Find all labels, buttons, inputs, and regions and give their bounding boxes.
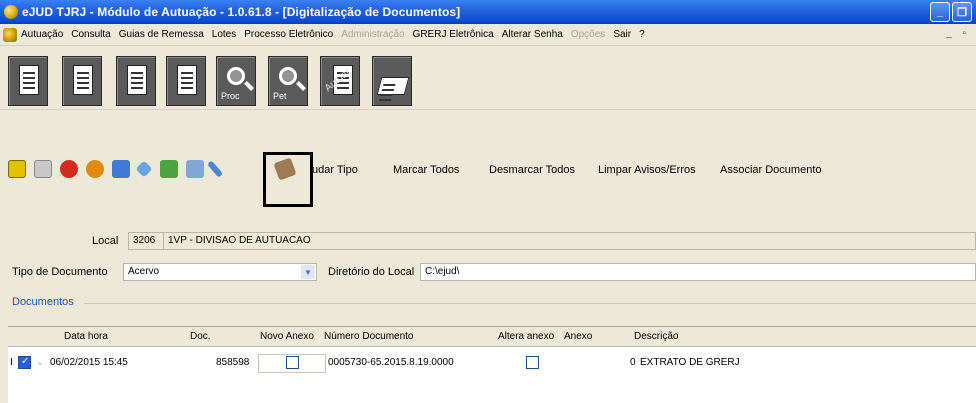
document-icon[interactable] <box>8 56 48 106</box>
search-process-icon[interactable]: Proc <box>216 56 256 106</box>
search-petition-icon[interactable]: Pet <box>268 56 308 106</box>
menu-grerj-eletronica[interactable]: GRERJ Eletrônica <box>413 29 494 40</box>
local-name-field: 1VP - DIVISAO DE AUTUACAO <box>163 232 976 250</box>
col-altera-anexo[interactable]: Altera anexo <box>498 331 554 342</box>
print-icon[interactable] <box>186 160 204 178</box>
diretorio-field[interactable]: C:\ejud\ <box>420 263 976 281</box>
altera-anexo-checkbox[interactable] <box>526 356 539 369</box>
cell-descricao: EXTRATO DE GRERJ <box>640 357 740 368</box>
menu-app-icon[interactable] <box>3 27 17 42</box>
menu-processo-eletronico[interactable]: Processo Eletrônico <box>244 29 333 40</box>
limpar-avisos-button[interactable]: Limpar Avisos/Erros <box>598 164 696 176</box>
menu-opcoes: Opções <box>570 29 606 40</box>
menu-administracao: Administração <box>341 29 405 40</box>
cell-numero-documento: 0005730-65.2015.8.19.0000 <box>328 357 454 368</box>
col-anexo[interactable]: Anexo <box>564 331 592 342</box>
cell-data-hora: 06/02/2015 15:45 <box>50 357 128 368</box>
table-row[interactable]: I ⌄ 06/02/2015 15:45 858598 0005730-65.2… <box>8 353 976 373</box>
menu-bar: Autuação Consulta Guias de Remessa Lotes… <box>0 24 976 46</box>
mdi-window-controls[interactable]: _ ▫ <box>946 28 970 39</box>
row-select-checkbox[interactable] <box>18 356 31 369</box>
row-marker: I <box>10 357 13 368</box>
window-title-bar: eJUD TJRJ - Módulo de Autuação - 1.0.61.… <box>0 0 976 24</box>
row-indicator-icon: ⌄ <box>36 357 45 368</box>
associar-documento-button[interactable]: Associar Documento <box>720 164 822 176</box>
menu-guias-de-remessa[interactable]: Guias de Remessa <box>119 29 204 40</box>
grid-header: Data hora Doc. Novo Anexo Número Documen… <box>8 327 976 347</box>
scanner-icon[interactable] <box>372 56 412 106</box>
scan-icon[interactable] <box>112 160 130 178</box>
checklist-icon[interactable] <box>116 56 156 106</box>
menu-sair[interactable]: Sair <box>613 29 631 40</box>
autuar-icon[interactable]: Autuar <box>320 56 360 106</box>
col-data-hora[interactable]: Data hora <box>64 331 108 342</box>
next-icon[interactable] <box>135 160 153 178</box>
import-icon[interactable] <box>160 160 178 178</box>
local-code-field: 3206 <box>128 232 164 250</box>
menu-autuacao[interactable]: Autuação <box>21 29 63 40</box>
app-logo-icon <box>4 5 18 19</box>
diretorio-label: Diretório do Local <box>328 266 415 278</box>
menu-alterar-senha[interactable]: Alterar Senha <box>502 29 563 40</box>
pen-icon[interactable] <box>206 160 224 178</box>
col-descricao[interactable]: Descrição <box>634 331 678 342</box>
cell-doc: 858598 <box>216 357 250 368</box>
main-toolbar: Proc Pet Autuar <box>0 46 976 110</box>
window-title: eJUD TJRJ - Módulo de Autuação - 1.0.61.… <box>22 5 461 19</box>
col-numero-documento[interactable]: Número Documento <box>324 331 413 342</box>
chevron-down-icon[interactable]: ▼ <box>301 265 315 279</box>
tipo-documento-label: Tipo de Documento <box>12 266 108 278</box>
form-icon[interactable] <box>166 56 206 106</box>
refresh-icon[interactable] <box>86 160 104 178</box>
local-label: Local <box>92 235 119 247</box>
col-novo-anexo[interactable]: Novo Anexo <box>260 331 314 342</box>
documentos-group-label: Documentos <box>12 296 74 308</box>
minimize-button[interactable]: _ <box>930 2 950 22</box>
menu-lotes[interactable]: Lotes <box>212 29 236 40</box>
delete-icon[interactable] <box>60 160 78 178</box>
marcar-todos-button[interactable]: Marcar Todos <box>393 164 459 176</box>
document-edit-icon[interactable] <box>62 56 102 106</box>
restore-button[interactable]: ❐ <box>952 2 972 22</box>
open-icon[interactable] <box>8 160 26 178</box>
documents-grid: Data hora Doc. Novo Anexo Número Documen… <box>8 326 976 403</box>
tipo-documento-select[interactable]: Acervo ▼ <box>123 263 317 281</box>
mudar-tipo-button[interactable]: udar Tipo <box>312 164 358 176</box>
col-doc[interactable]: Doc. <box>190 331 211 342</box>
save-icon[interactable] <box>34 160 52 178</box>
menu-help[interactable]: ? <box>639 29 645 40</box>
menu-consulta[interactable]: Consulta <box>71 29 110 40</box>
highlight-box <box>263 152 313 207</box>
cell-anexo: 0 <box>630 357 636 368</box>
novo-anexo-checkbox[interactable] <box>286 356 299 369</box>
group-divider <box>84 303 976 304</box>
desmarcar-todos-button[interactable]: Desmarcar Todos <box>489 164 575 176</box>
